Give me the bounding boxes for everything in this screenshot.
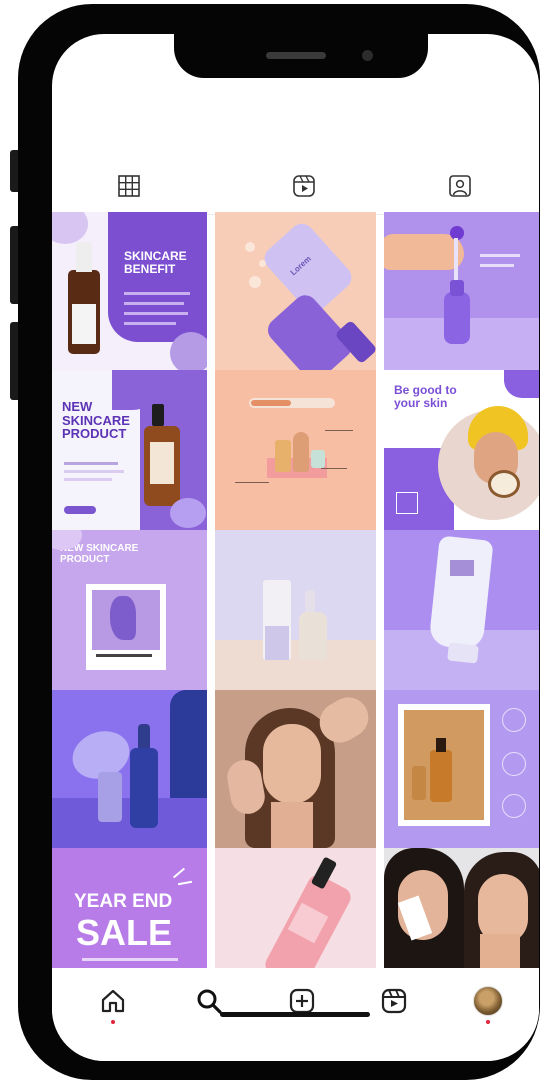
post-framed-bottles[interactable] <box>384 690 539 848</box>
sale-line1: YEAR END <box>74 891 173 912</box>
post-title: Be good to your skin <box>394 383 457 410</box>
sale-line2: SALE <box>76 912 173 953</box>
post-title: SKINCARE BENEFIT <box>124 249 187 276</box>
profile-notification-dot <box>486 1020 490 1024</box>
post-two-women[interactable] <box>384 848 539 972</box>
home-notification-dot <box>111 1020 115 1024</box>
phone-screen: SKINCARE BENEFIT Lorem NEW SKINCARE PROD… <box>52 34 539 1061</box>
tagged-icon[interactable] <box>448 174 472 198</box>
post-year-end-sale[interactable]: YEAR END SALE <box>52 848 207 972</box>
post-grid: SKINCARE BENEFIT Lorem NEW SKINCARE PROD… <box>52 212 539 972</box>
post-new-skincare-product[interactable]: NEW SKINCARE PRODUCT <box>52 370 207 530</box>
post-tube-product[interactable] <box>384 530 539 690</box>
post-title: NEW SKINCARE PRODUCT <box>60 543 139 565</box>
reels-tab-icon[interactable] <box>292 174 316 198</box>
reels-icon[interactable] <box>379 986 409 1016</box>
home-indicator <box>220 1012 370 1017</box>
post-peach-product-diagram[interactable] <box>215 370 376 530</box>
post-dropper-bottles-still[interactable] <box>215 530 376 690</box>
notch <box>174 34 428 78</box>
profile-tab-row <box>52 158 539 215</box>
search-icon[interactable] <box>194 986 224 1016</box>
front-camera <box>362 50 373 61</box>
home-icon[interactable] <box>98 986 128 1016</box>
post-woman-portrait[interactable] <box>215 690 376 848</box>
speaker <box>266 52 326 59</box>
post-blue-serum[interactable] <box>52 690 207 848</box>
post-title: NEW SKINCARE PRODUCT <box>62 399 130 442</box>
post-hand-dropper[interactable] <box>384 212 539 370</box>
post-new-skincare-flower[interactable]: NEW SKINCARE PRODUCT <box>52 530 207 690</box>
post-pink-pump-bottle[interactable] <box>215 848 376 972</box>
post-be-good-to-your-skin[interactable]: Be good to your skin <box>384 370 539 530</box>
grid-icon[interactable] <box>117 174 141 198</box>
profile-avatar[interactable] <box>473 986 503 1016</box>
post-lavender-bottles[interactable]: Lorem <box>215 212 376 370</box>
post-skincare-benefit[interactable]: SKINCARE BENEFIT <box>52 212 207 370</box>
phone-frame: SKINCARE BENEFIT Lorem NEW SKINCARE PROD… <box>18 4 540 1080</box>
